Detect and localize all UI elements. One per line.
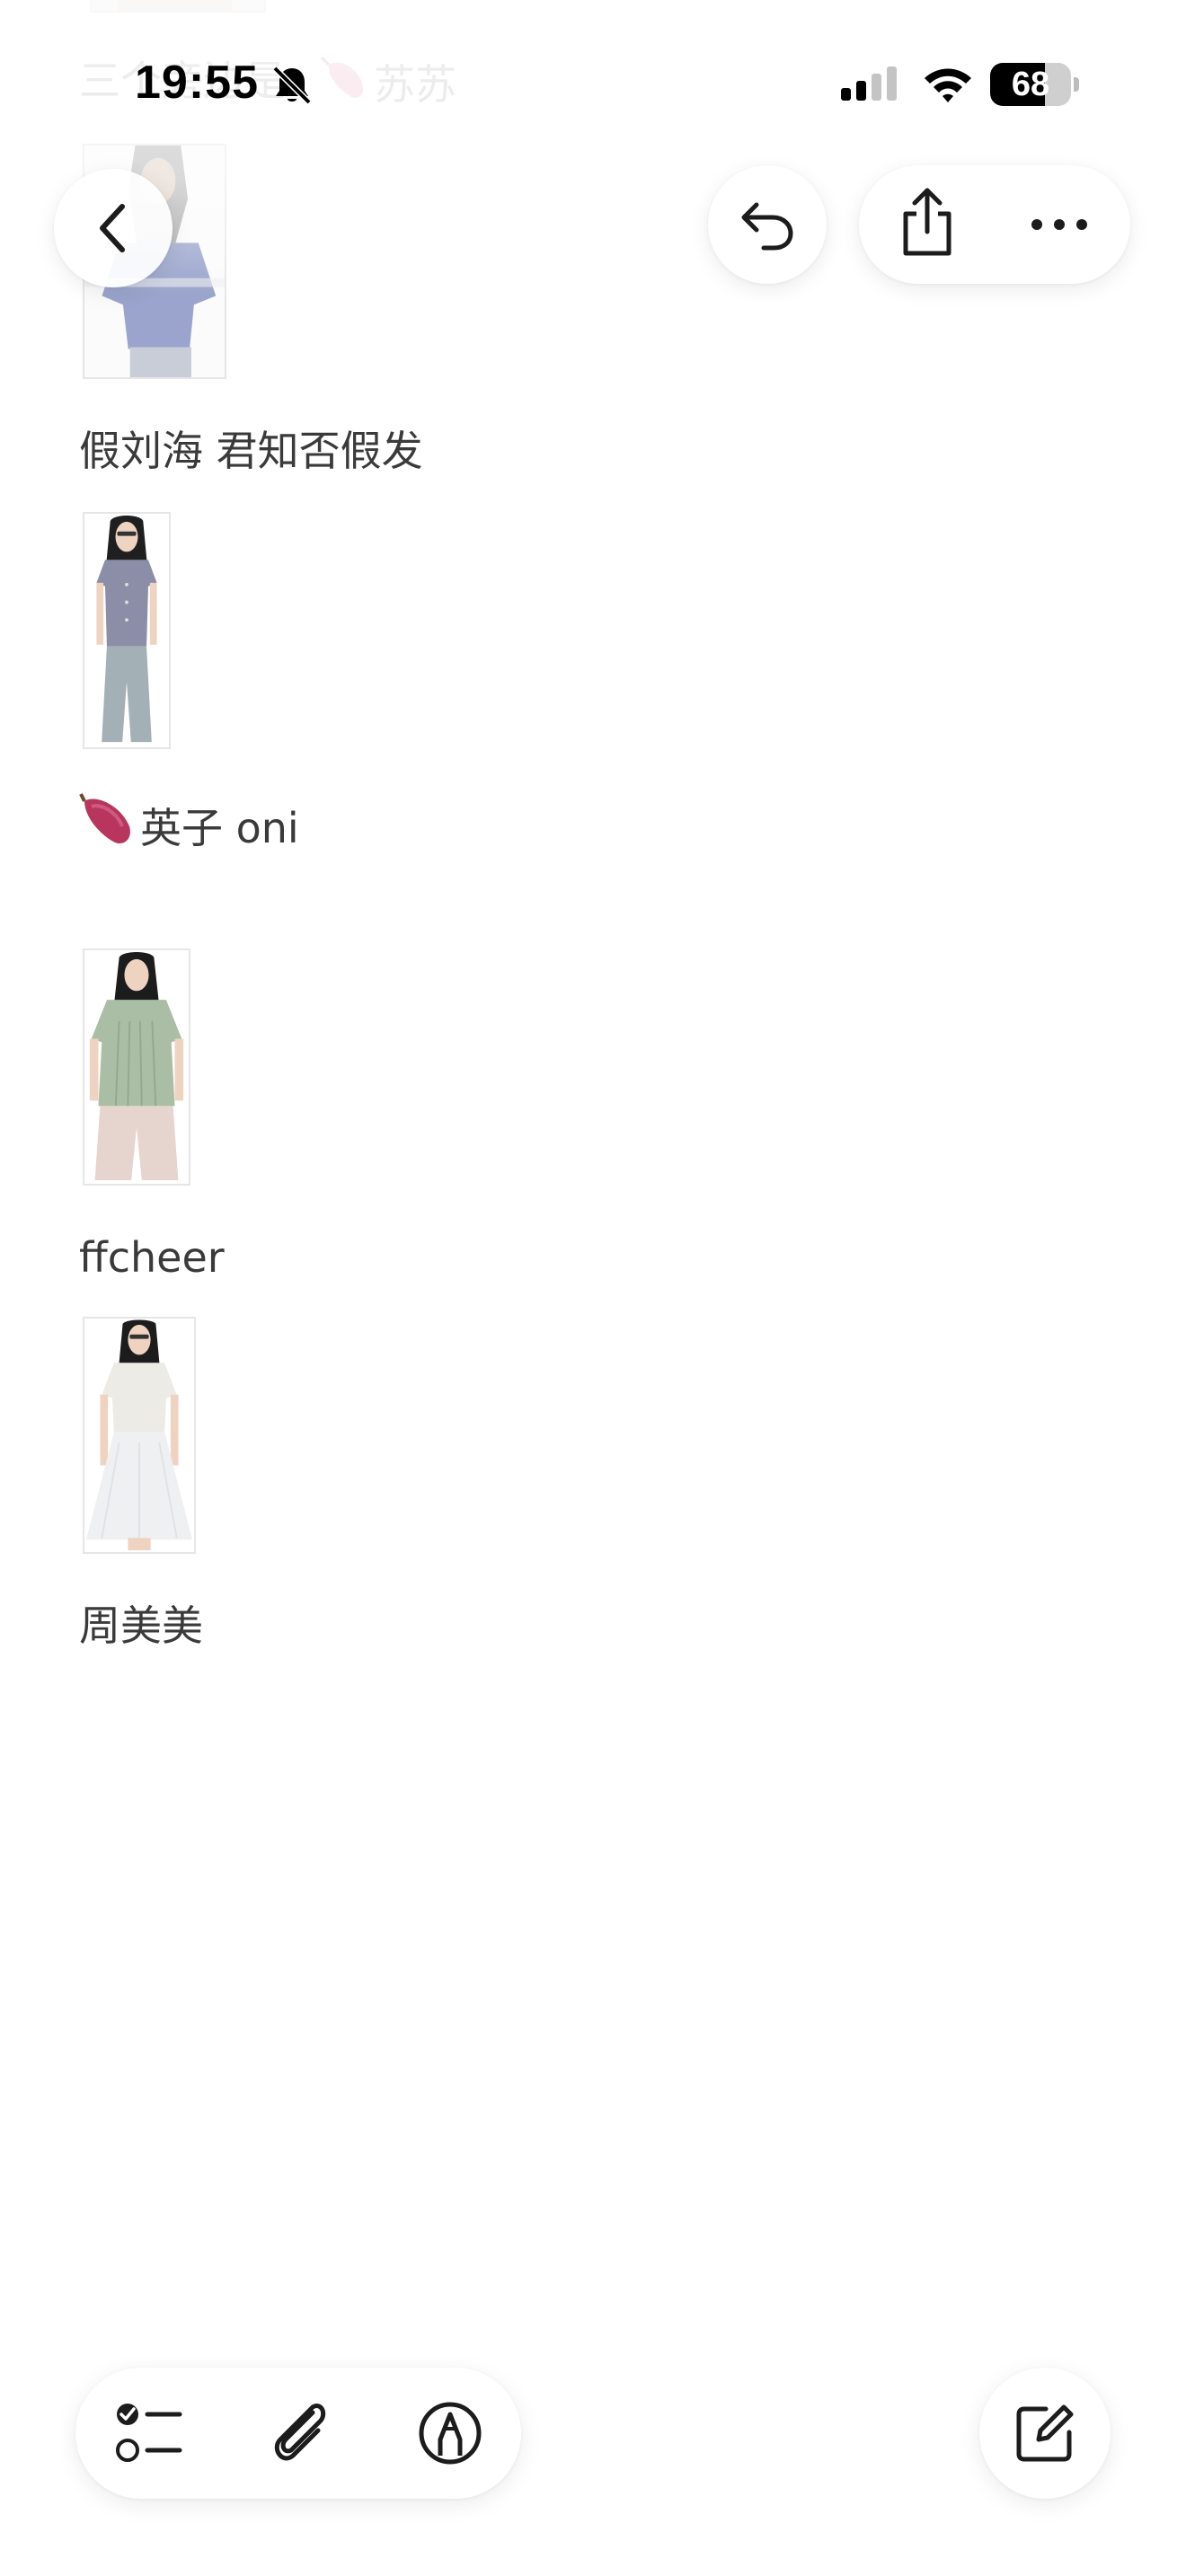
back-button[interactable] <box>54 169 173 287</box>
checklist-icon <box>116 2404 182 2462</box>
note-photo-4[interactable] <box>83 1317 196 1554</box>
markup-button[interactable] <box>410 2393 491 2474</box>
markup-pen-icon <box>419 2402 482 2465</box>
chevron-left-icon <box>100 204 125 252</box>
sweet-potato-emoji <box>79 792 137 860</box>
cellular-signal-icon <box>841 66 897 101</box>
bell-slash-icon <box>272 66 312 105</box>
compose-button[interactable] <box>979 2368 1111 2499</box>
note-line-5-text: ffcheer <box>79 1233 225 1282</box>
note-photo-3[interactable] <box>83 948 190 1186</box>
bottom-toolbar <box>75 2368 521 2499</box>
attach-button[interactable] <box>259 2393 340 2474</box>
battery-percent: 68 <box>1011 66 1050 103</box>
share-button[interactable] <box>859 165 994 284</box>
share-more-pill <box>859 165 1130 284</box>
more-button[interactable] <box>994 165 1130 284</box>
share-icon <box>903 188 951 256</box>
wifi-icon <box>925 68 971 102</box>
note-body[interactable]: 三个旁边是 苏苏 假刘海 君知否假发 英子 oni ffcheer 周美美 <box>0 0 1186 2576</box>
undo-button[interactable] <box>708 165 827 284</box>
note-line-3[interactable]: 假刘海 君知否假发 <box>79 424 423 478</box>
undo-arrow-icon <box>741 202 793 251</box>
battery-icon: 68 <box>990 63 1071 106</box>
status-bar: 19:55 68 <box>0 0 1186 171</box>
ellipsis-icon <box>1031 219 1087 230</box>
note-line-3-text: 假刘海 君知否假发 <box>79 427 423 475</box>
note-line-6[interactable]: 周美美 <box>79 1599 203 1653</box>
battery-tip <box>1074 77 1079 92</box>
compose-icon <box>1016 2404 1074 2462</box>
paperclip-icon <box>274 2404 326 2461</box>
note-line-4-text: 英子 oni <box>140 804 299 852</box>
checklist-button[interactable] <box>108 2393 189 2474</box>
status-time: 19:55 <box>135 57 259 109</box>
note-line-6-text: 周美美 <box>79 1601 203 1650</box>
note-line-4[interactable]: 英子 oni <box>79 792 299 860</box>
note-line-5[interactable]: ffcheer <box>79 1231 225 1284</box>
note-photo-2[interactable] <box>83 512 171 749</box>
